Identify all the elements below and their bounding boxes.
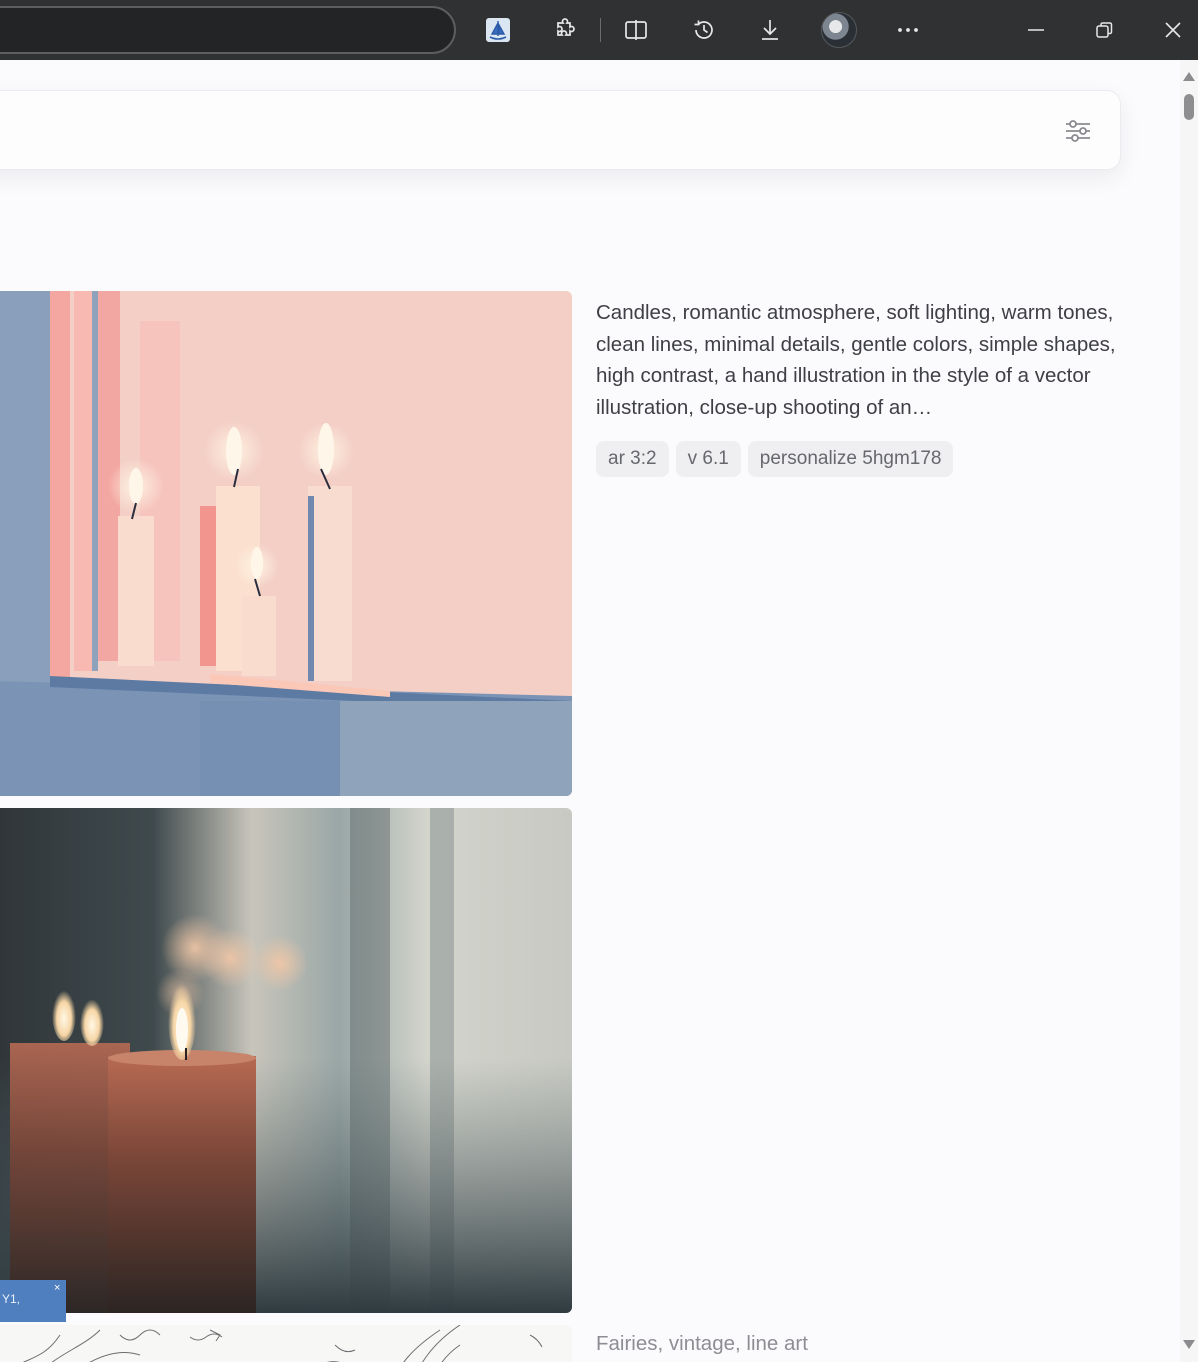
page-content: Candles, romantic atmosphere, soft light… — [0, 60, 1180, 1362]
browser-toolbar — [0, 0, 1198, 60]
history-icon[interactable] — [686, 12, 722, 48]
tag-personalize[interactable]: personalize 5hgm178 — [747, 441, 954, 477]
scroll-down-arrow-icon[interactable] — [1183, 1340, 1195, 1349]
tag-version[interactable]: v 6.1 — [675, 441, 741, 477]
chip-close-icon[interactable]: × — [54, 1282, 60, 1294]
overlay-chip[interactable]: Y1, × — [0, 1280, 66, 1322]
download-icon[interactable] — [752, 12, 788, 48]
close-icon[interactable] — [1155, 12, 1191, 48]
search-panel[interactable] — [0, 90, 1121, 170]
profile-avatar[interactable] — [821, 12, 857, 48]
sliders-icon[interactable] — [1062, 115, 1094, 147]
result-image-candles-photo[interactable] — [0, 808, 572, 1313]
vertical-scrollbar[interactable] — [1180, 60, 1198, 1362]
tag-aspect-ratio[interactable]: ar 3:2 — [596, 441, 669, 477]
result-image-fairies-lineart[interactable] — [0, 1325, 572, 1362]
prompt-tags: ar 3:2 v 6.1 personalize 5hgm178 — [596, 441, 954, 477]
minimize-icon[interactable] — [1018, 12, 1054, 48]
split-screen-icon[interactable] — [618, 12, 654, 48]
result-image-candles-illustration[interactable] — [0, 291, 572, 796]
scroll-up-arrow-icon[interactable] — [1183, 72, 1195, 81]
chip-label: Y1, — [2, 1292, 21, 1306]
puzzle-icon[interactable] — [546, 12, 582, 48]
address-bar[interactable] — [0, 6, 456, 54]
scrollbar-thumb[interactable] — [1184, 94, 1194, 120]
prompt-text[interactable]: Fairies, vintage, line art — [596, 1332, 808, 1356]
extension-app-icon[interactable] — [480, 12, 516, 48]
prompt-text[interactable]: Candles, romantic atmosphere, soft light… — [596, 297, 1136, 423]
more-icon[interactable] — [890, 12, 926, 48]
restore-icon[interactable] — [1086, 12, 1122, 48]
toolbar-divider — [600, 18, 601, 42]
